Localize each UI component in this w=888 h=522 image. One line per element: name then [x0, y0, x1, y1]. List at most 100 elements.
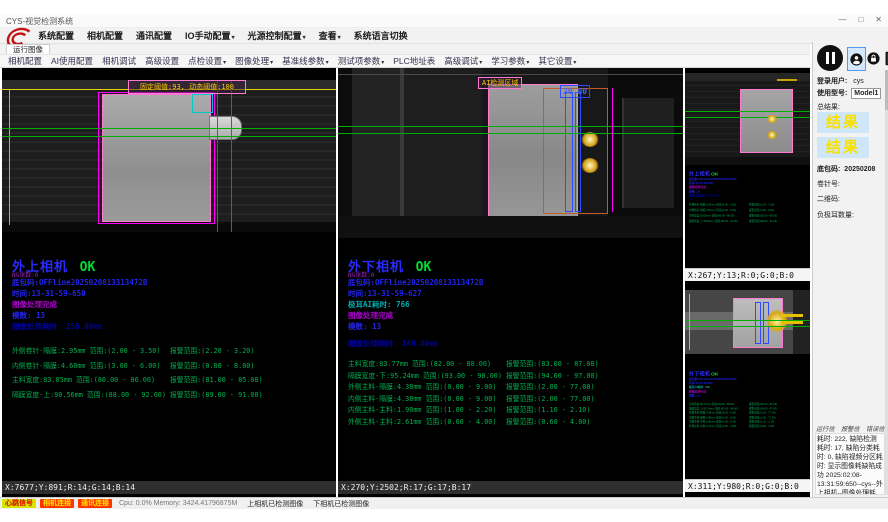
image-region: [338, 68, 352, 238]
menu-item-system-config[interactable]: 系统配置: [38, 29, 74, 42]
user-login-button[interactable]: [847, 47, 866, 71]
menu-label: 系统语言切换: [354, 31, 408, 41]
exit-button[interactable]: [881, 46, 888, 70]
status-bar: 心跳信号 相机连接 通讯连接 Cpu: 0.0% Memory: 3424.41…: [0, 497, 888, 509]
image-edge: [338, 74, 683, 75]
tool-label: 学习参数: [491, 56, 525, 66]
menu-label: 相机配置: [87, 31, 123, 41]
maximize-button[interactable]: □: [858, 15, 863, 24]
result-overlay-upper: 外上相机 OK NG张数:0 底包码:OFFline20250208133134…: [12, 256, 263, 402]
annotation-box-blue: [755, 302, 761, 344]
tool-label: 基准线参数: [282, 56, 325, 66]
chevron-down-icon: ▾: [526, 60, 529, 66]
tool-ai-usage-config[interactable]: AI使用配置: [51, 55, 93, 67]
chevron-down-icon: ▾: [479, 60, 482, 66]
tool-camera-config[interactable]: 相机配置: [8, 55, 42, 67]
tool-spot-check[interactable]: 点检设置▾: [188, 55, 226, 67]
comm-connection-badge: 通讯连接: [78, 499, 112, 508]
model-select[interactable]: Model1: [851, 88, 881, 99]
tool-learning-params[interactable]: 学习参数▾: [491, 55, 529, 67]
thumb-image-lower[interactable]: [685, 290, 810, 354]
measurement-row: 内侧卷针-隔膜:4.60mm 范围:(3.00 - 6.00)报警范围:(0.0…: [12, 359, 263, 374]
tool-advanced-settings[interactable]: 高级设置: [145, 55, 179, 67]
thumb-view-upper[interactable]: 外上相机OK 底包码:OFFline2025020813313472B 时间:1…: [685, 68, 810, 281]
camera-connection-badge: 相机连接: [40, 499, 74, 508]
menu-item-camera-config[interactable]: 相机配置: [87, 29, 123, 42]
minimize-button[interactable]: —: [838, 15, 846, 24]
run-log[interactable]: 耗时: 222, 缺陷检测耗时: 17, 缺陷分类耗时: 0, 缺陷视频分区耗时…: [815, 433, 885, 495]
alarm-range: 报警范围:(83.00 - 87.00): [506, 359, 599, 371]
alarm-range: 报警范围:(94.00 - 97.00): [506, 371, 599, 383]
measurement-row: 隔膜宽度-下:95.24mm 范围:(93.00 - 98.00)报警范围:(9…: [348, 371, 599, 383]
alarm-range: 报警范围:(89.00 - 91.00): [749, 219, 777, 225]
elapsed-line: 图像处理耗时: 258.00ms: [12, 321, 263, 332]
camera-view-upper[interactable]: 固定阈值:93, 动态阈值:100 外上相机 OK NG张数:0 底包码:OFF…: [2, 68, 336, 497]
annotation-mark-yellow: [781, 321, 803, 324]
status-ok: OK: [416, 260, 432, 275]
measure-value: 隔膜宽度-上:90.56mm 范围:(88.00 - 92.00): [689, 219, 749, 225]
annotation-box-blue: [565, 92, 573, 212]
measure-value: 主料宽度:83.05mm 范围:(80.00 - 86.00): [12, 373, 170, 388]
thumbnail-column: 外上相机OK 底包码:OFFline2025020813313472B 时间:1…: [685, 68, 810, 497]
tool-plc-address-table[interactable]: PLC地址表: [393, 55, 435, 67]
measure-line-green: [217, 80, 218, 232]
lock-button[interactable]: [866, 49, 881, 67]
camera-image-upper[interactable]: 固定阈值:93, 动态阈值:100: [2, 80, 336, 232]
measure-value: 外侧主料-主料:2.61mm 范围:(0.60 - 4.00): [348, 417, 506, 429]
tool-label: 测试项参数: [338, 56, 381, 66]
menu-item-light-control-config[interactable]: 光源控制配置▾: [248, 29, 306, 42]
tool-label: PLC地址表: [393, 56, 435, 66]
chevron-down-icon: ▾: [326, 60, 329, 66]
exit-door-icon: [883, 49, 888, 68]
alarm-range: 报警范围:(81.00 - 85.00): [170, 373, 263, 388]
mold-line: 模数: 13: [689, 394, 810, 398]
menu-item-language-switch[interactable]: 系统语言切换: [354, 29, 408, 42]
neg-tab-count-label: 负极耳数量:: [817, 210, 887, 220]
menu-item-view[interactable]: 查看▾: [319, 29, 341, 42]
camera-view-lower[interactable]: AI检测区域 20.80 外下相机 OK NG张数:0 底包码:OFFline2…: [338, 68, 683, 497]
camera-image-lower[interactable]: AI检测区域 20.80: [338, 68, 683, 238]
qr-code-label: 二维码:: [817, 194, 887, 204]
cursor-coords-upper: X:7677;Y:891;R:14;G:14;B:14: [2, 481, 336, 494]
measure-value: 隔膜宽度-下:95.24mm 范围:(93.00 - 98.00): [348, 371, 506, 383]
measurement-row: 外侧主料-隔膜:4.38mm 范围:(0.00 - 9.00)报警范围:(2.0…: [348, 382, 599, 394]
tool-camera-debug[interactable]: 相机调试: [102, 55, 136, 67]
lower-camera-detect-status: 下相机已检测图像: [313, 499, 369, 509]
tool-advanced-debug[interactable]: 高级调试▾: [444, 55, 482, 67]
cursor-coords-lower: X:270;Y:2502;R:17;G:17;B:17: [338, 481, 683, 494]
threshold-label: 固定阈值:93, 动态阈值:100: [128, 80, 246, 94]
tool-label: 其它设置: [538, 56, 572, 66]
chevron-down-icon: ▾: [223, 60, 226, 66]
tool-test-item-params[interactable]: 测试项参数▾: [338, 55, 385, 67]
done-line: 图像处理完成: [348, 310, 599, 321]
tool-image-processing[interactable]: 图像处理▾: [235, 55, 273, 67]
toolbar: 相机配置 AI使用配置 相机调试 高级设置 点检设置▾ 图像处理▾ 基准线参数▾…: [0, 54, 810, 68]
tool-label: 点检设置: [188, 56, 222, 66]
model-label: 使用型号:: [817, 90, 847, 97]
tool-label: 高级调试: [444, 56, 478, 66]
measure-value: 外侧主料-主料:2.61mm 范围:(0.60 - 4.00): [689, 424, 749, 428]
chevron-down-icon: ▾: [381, 60, 384, 66]
chevron-down-icon: ▾: [270, 60, 273, 66]
done-line: 图像处理完成: [12, 299, 263, 310]
measure-line-green: [685, 117, 810, 118]
menu-item-comm-config[interactable]: 通讯配置: [136, 29, 172, 42]
menu-item-io-manual-config[interactable]: IO手动配置▾: [185, 29, 235, 42]
measurement-list: 外侧卷针-隔膜:2.95mm 范围:(2.00 - 3.50)报警范围:(2.2…: [12, 344, 263, 402]
alarm-range: 报警范围:(2.00 - 77.00): [506, 394, 595, 406]
measure-line-green: [338, 126, 683, 127]
cursor-coords-thumb-upper: X:267;Y:13;R:0;G:0;B:0: [685, 268, 810, 281]
tool-baseline-params[interactable]: 基准线参数▾: [282, 55, 329, 67]
close-button[interactable]: ✕: [875, 15, 882, 24]
tool-label: 图像处理: [235, 56, 269, 66]
image-region: [352, 68, 400, 238]
tool-other-settings[interactable]: 其它设置▾: [538, 55, 576, 67]
measure-value: 内侧卷针-隔膜:4.60mm 范围:(3.00 - 6.00): [12, 359, 170, 374]
measure-line-green: [2, 128, 336, 129]
thumb-view-lower[interactable]: 外下相机OK 底包码:OFFline2025020813313472B 时间:1…: [685, 284, 810, 492]
upper-camera-detect-status: 上相机已检测图像: [247, 499, 303, 509]
pause-button[interactable]: [817, 45, 843, 71]
alarm-range: 报警范围:(2.00 - 77.00): [506, 382, 595, 394]
thumb-image-upper[interactable]: [685, 73, 810, 165]
cursor-coords-thumb-lower: X:311;Y:980;R:0;G:0;B:0: [685, 479, 810, 492]
